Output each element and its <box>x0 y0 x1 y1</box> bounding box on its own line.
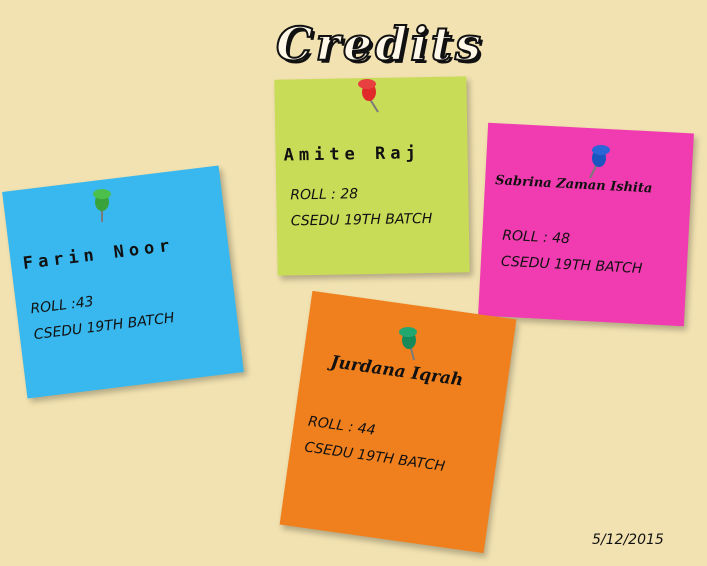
red-pushpin-icon <box>358 79 379 113</box>
teal-pushpin-icon <box>399 327 417 361</box>
contributor-batch: CSEDU 19TH BATCH <box>303 439 446 475</box>
credits-title: Credits <box>275 16 484 72</box>
contributor-name: Farin Noor <box>21 235 176 274</box>
contributor-roll: ROLL : 28 <box>290 186 359 204</box>
blue-pushpin-icon <box>589 145 610 179</box>
date-label: 5/12/2015 <box>592 532 664 548</box>
green-pushpin-icon <box>93 189 111 222</box>
contributor-roll: ROLL : 48 <box>501 227 571 248</box>
contributor-name: Sabrina Zaman Ishita <box>494 173 653 197</box>
contributor-name: Amite Raj <box>283 143 421 166</box>
contributor-batch: CSEDU 19TH BATCH <box>500 253 643 277</box>
credit-note-farin-noor: Farin Noor ROLL :43 CSEDU 19TH BATCH <box>2 165 244 399</box>
contributor-batch: CSEDU 19TH BATCH <box>290 210 433 230</box>
